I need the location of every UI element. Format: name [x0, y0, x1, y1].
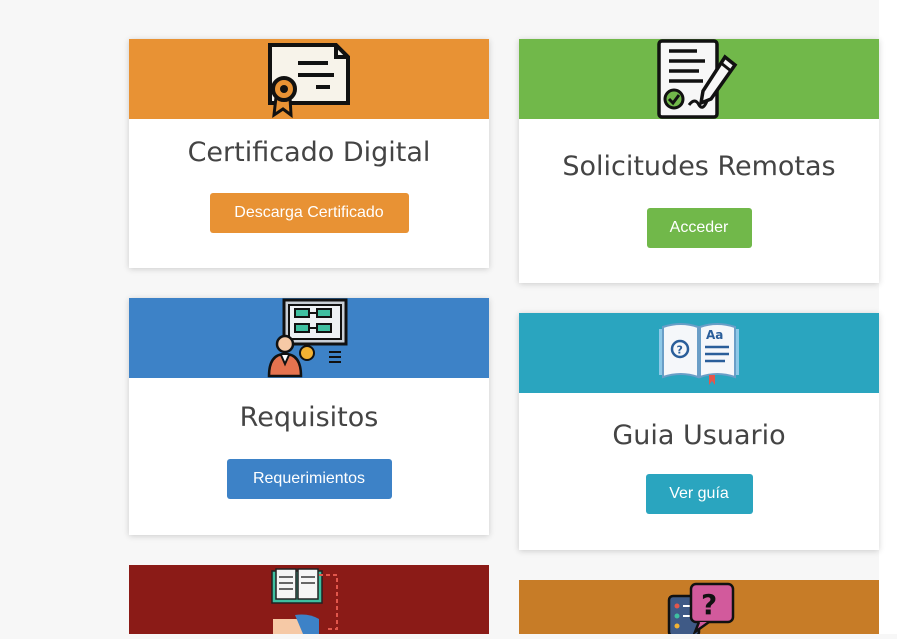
descarga-certificado-button[interactable]: Descarga Certificado — [209, 193, 409, 233]
card-banner — [519, 39, 879, 119]
card-certificado-digital: Certificado Digital Descarga Certificado — [129, 39, 489, 268]
card-title: Solicitudes Remotas — [562, 151, 836, 182]
svg-text:?: ? — [701, 588, 717, 621]
certificate-icon — [264, 39, 354, 124]
card-title: Certificado Digital — [187, 137, 431, 168]
page-right-edge — [879, 0, 897, 634]
card-requisitos: Requisitos Requerimientos — [129, 298, 489, 535]
card-guia-usuario: ? Aa Guia Usuario Ver guía — [519, 313, 879, 550]
presentation-icon — [267, 298, 353, 383]
card-body: Certificado Digital Descarga Certificado — [129, 119, 489, 233]
requerimientos-button[interactable]: Requerimientos — [226, 459, 392, 499]
card-preguntas-frecuentes: ? — [519, 580, 879, 638]
card-body: Guia Usuario Ver guía — [519, 393, 879, 514]
card-banner — [129, 565, 489, 634]
card-banner: ? Aa — [519, 313, 879, 393]
card-title: Guia Usuario — [612, 420, 786, 451]
svg-text:?: ? — [677, 344, 683, 357]
faq-chat-icon: ? — [665, 582, 737, 639]
acceder-button[interactable]: Acceder — [646, 208, 752, 248]
ver-guia-button[interactable]: Ver guía — [645, 474, 753, 514]
card-body: Requisitos Requerimientos — [129, 378, 489, 499]
book-handshake-icon — [269, 567, 349, 639]
signed-document-icon — [655, 39, 745, 124]
open-book-icon: ? Aa — [655, 317, 743, 392]
card-title: Requisitos — [239, 402, 379, 433]
svg-text:Aa: Aa — [706, 328, 723, 342]
card-banner — [129, 298, 489, 378]
card-body: Solicitudes Remotas Acceder — [519, 119, 879, 248]
card-solicitudes-remotas: Solicitudes Remotas Acceder — [519, 39, 879, 283]
card-biblioteca — [129, 565, 489, 634]
card-banner — [129, 39, 489, 119]
card-banner: ? — [519, 580, 879, 638]
